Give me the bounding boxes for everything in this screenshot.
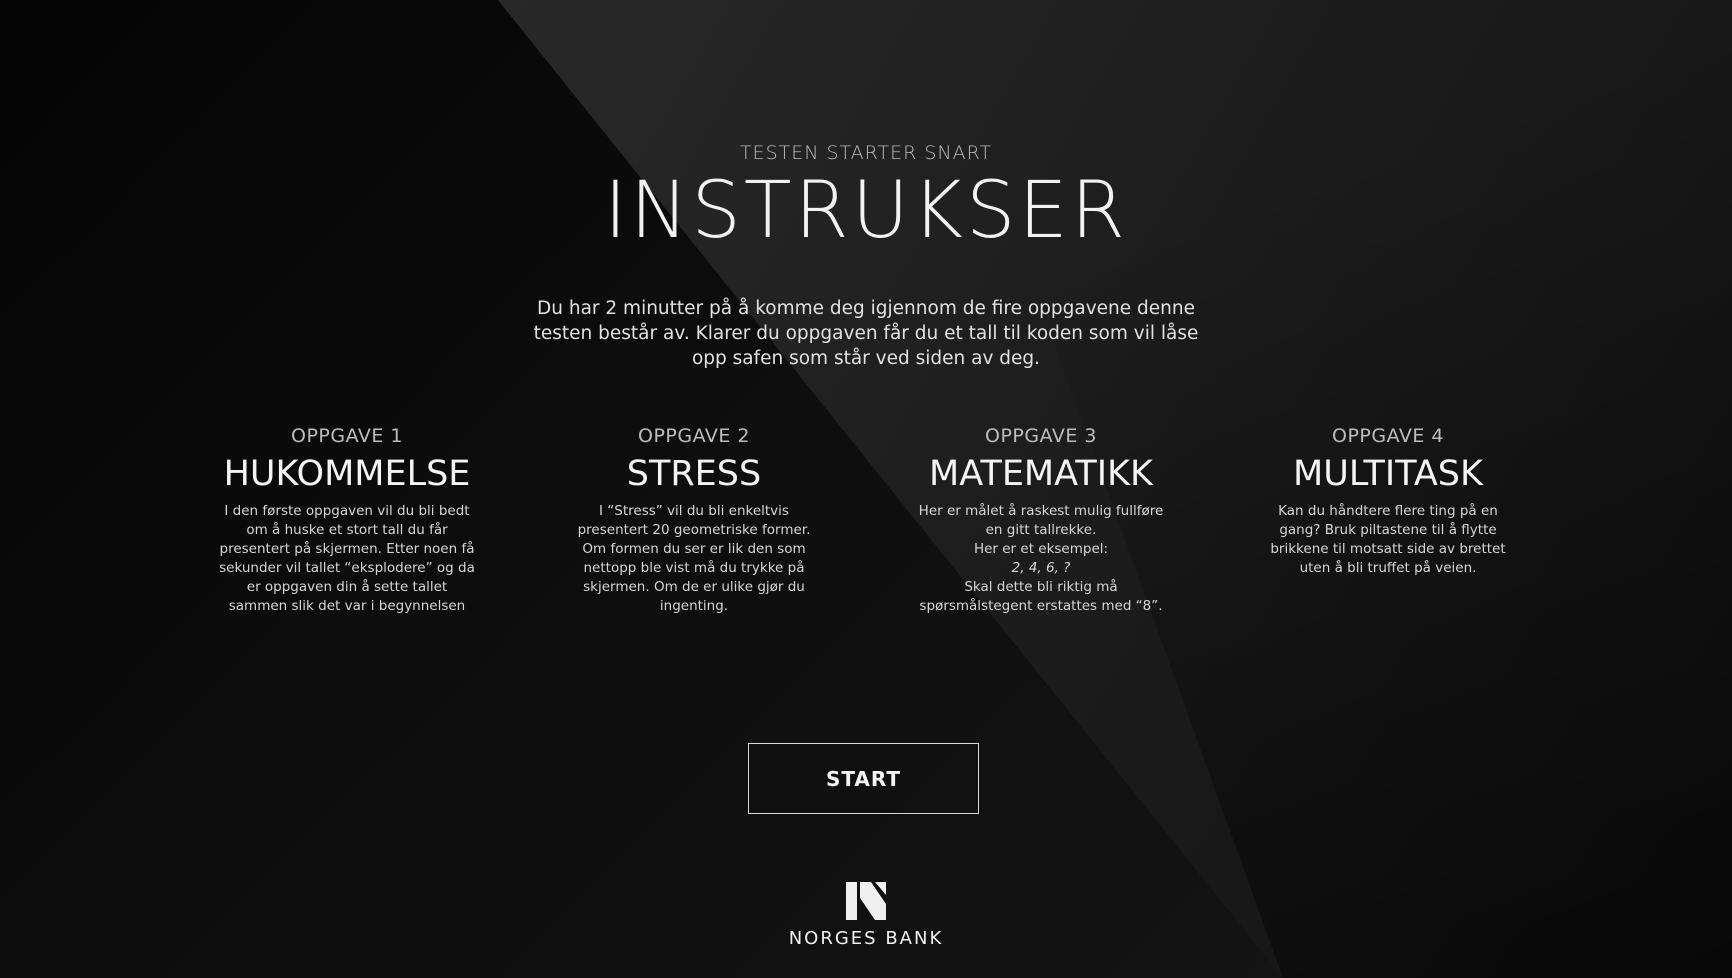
task-card-2: OPPGAVE 2 STRESS I “Stress” vil du bli e…	[549, 424, 839, 616]
task-description-line: en gitt tallrekke.	[985, 522, 1097, 538]
task-title: STRESS	[626, 454, 762, 494]
task-description-line: Skal dette bli riktig må	[964, 579, 1118, 595]
task-description: I den første oppgaven vil du bli bedt om…	[202, 502, 492, 616]
task-description-line: Om formen du ser er lik den som	[582, 541, 806, 557]
task-description-line: nettopp ble vist må du trykke på	[583, 560, 805, 576]
task-label: OPPGAVE 3	[984, 425, 1097, 447]
task-example-sequence: 2, 4, 6, ?	[1011, 560, 1071, 576]
task-card-3: OPPGAVE 3 MATEMATIKK Her er målet å rask…	[896, 424, 1186, 616]
task-description-line: presentert 20 geometriske former.	[577, 522, 811, 538]
intro-text: Du har 2 minutter på å komme deg igjenno…	[533, 298, 1199, 369]
task-card-1: OPPGAVE 1 HUKOMMELSE I den første oppgav…	[202, 424, 492, 616]
brand-name: NORGES BANK	[788, 928, 944, 949]
task-description-line: sammen slik det var i begynnelsen	[228, 598, 466, 614]
task-description: Her er målet å raskest mulig fullføre en…	[896, 502, 1186, 616]
task-card-4: OPPGAVE 4 MULTITASK Kan du håndtere fler…	[1243, 424, 1533, 578]
task-description-line: brikkene til motsatt side av brettet	[1270, 541, 1506, 557]
task-description-line: om å huske et stort tall du får	[246, 522, 448, 538]
norges-bank-n-logo-icon	[846, 882, 886, 920]
task-label: OPPGAVE 2	[637, 425, 750, 447]
task-label: OPPGAVE 1	[290, 425, 403, 447]
task-title: HUKOMMELSE	[223, 454, 471, 494]
page-title: INSTRUKSER	[604, 166, 1128, 256]
task-description: I “Stress” vil du bli enkeltvis presente…	[549, 502, 839, 616]
task-title: MULTITASK	[1293, 454, 1483, 494]
task-description-line: presentert på skjermen. Etter noen få	[219, 541, 475, 557]
task-description-line: uten å bli truffet på veien.	[1299, 560, 1477, 576]
task-title: MATEMATIKK	[929, 454, 1153, 494]
task-description-line: Her er et eksempel:	[973, 541, 1109, 557]
task-description-line: gang? Bruk piltastene til å flytte	[1279, 522, 1497, 538]
task-description-line: er oppgaven din å sette tallet	[246, 579, 448, 595]
task-description-line: Kan du håndtere flere ting på en	[1278, 503, 1498, 519]
content: TESTEN STARTER SNART INSTRUKSER Du har 2…	[0, 0, 1732, 978]
task-description-line: ingenting.	[659, 598, 729, 614]
task-description-line: skjermen. Om de er ulike gjør du	[583, 579, 805, 595]
task-description-line: Her er målet å raskest mulig fullføre	[918, 503, 1164, 519]
task-label: OPPGAVE 4	[1331, 425, 1444, 447]
task-description: Kan du håndtere flere ting på en gang? B…	[1243, 502, 1533, 578]
start-button[interactable]: START	[748, 743, 979, 814]
task-description-line: I den første oppgaven vil du bli bedt	[224, 503, 470, 519]
instructions-screen: TESTEN STARTER SNART INSTRUKSER Du har 2…	[0, 0, 1732, 978]
task-description-line: spørsmålstegent erstattes med “8”.	[919, 598, 1163, 614]
task-description-line: sekunder vil tallet “eksplodere” og da	[219, 560, 475, 576]
kicker-text: TESTEN STARTER SNART	[739, 142, 993, 164]
norges-bank-logo: NORGES BANK	[766, 882, 966, 949]
task-description-line: I “Stress” vil du bli enkeltvis	[599, 503, 789, 519]
